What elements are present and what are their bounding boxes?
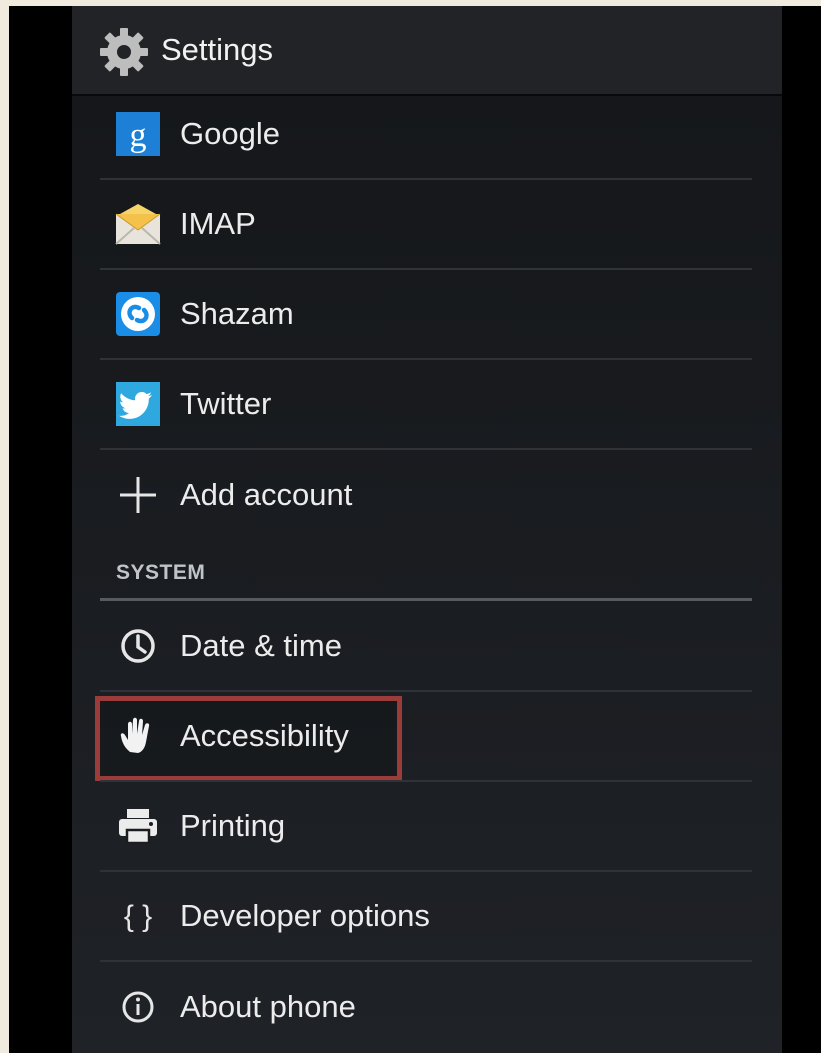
settings-item-accessibility[interactable]: Accessibility [100, 692, 752, 782]
clock-icon [121, 629, 155, 663]
action-bar: Settings [72, 6, 782, 94]
settings-item-label: About phone [180, 989, 356, 1024]
info-icon [122, 991, 154, 1023]
settings-item-label: Developer options [180, 898, 430, 933]
braces-icon: { } [124, 900, 152, 933]
section-header-system: SYSTEM [100, 545, 752, 601]
gear-icon[interactable] [96, 24, 152, 80]
settings-item-label: IMAP [180, 206, 256, 241]
settings-item-google[interactable]: g Google [100, 90, 752, 180]
settings-item-imap[interactable]: IMAP [100, 180, 752, 270]
settings-item-date-time[interactable]: Date & time [100, 602, 752, 692]
shazam-icon [116, 292, 160, 336]
settings-item-developer-options[interactable]: { } Developer options [100, 872, 752, 962]
svg-text:{ }: { } [124, 900, 152, 933]
settings-item-twitter[interactable]: Twitter [100, 360, 752, 450]
page-title: Settings [161, 32, 274, 67]
add-account-button[interactable]: Add account [100, 450, 752, 540]
google-icon: g [116, 112, 160, 156]
settings-item-label: Accessibility [180, 718, 349, 753]
hand-icon [120, 717, 150, 753]
svg-text:g: g [130, 117, 147, 154]
settings-item-shazam[interactable]: Shazam [100, 270, 752, 360]
settings-item-label: Date & time [180, 628, 342, 663]
settings-item-about-phone[interactable]: About phone [100, 962, 752, 1052]
settings-item-label: Twitter [180, 386, 272, 421]
settings-item-label: Shazam [180, 296, 294, 331]
settings-item-printing[interactable]: Printing [100, 782, 752, 872]
settings-item-label: Google [180, 116, 280, 151]
plus-icon [120, 477, 156, 513]
settings-item-label: Printing [180, 808, 286, 843]
printer-icon [119, 809, 157, 845]
settings-item-label: Add account [180, 477, 353, 512]
twitter-icon [116, 382, 160, 426]
email-icon [115, 204, 161, 245]
section-header-label: SYSTEM [116, 561, 206, 584]
